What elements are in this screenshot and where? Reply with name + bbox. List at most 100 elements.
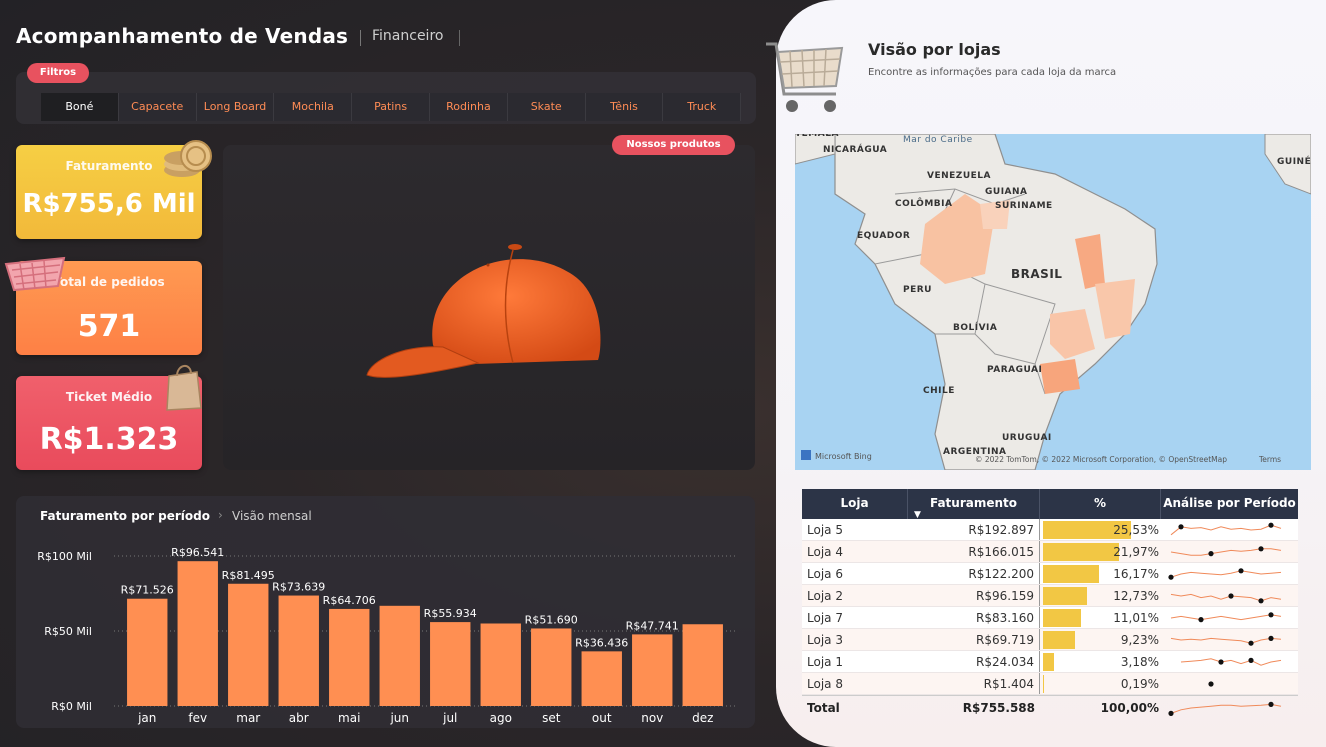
filter-tab-patins[interactable]: Patins [352,93,430,121]
col-faturamento[interactable]: Faturamento ▼ [908,489,1040,520]
x-tick-label: out [592,711,612,725]
filter-tab-skate[interactable]: Skate [507,93,586,121]
table-total-row: Total R$755.588 100,00% [802,695,1298,719]
cell-faturamento: R$96.159 [908,585,1040,606]
kpi-pedidos-value: 571 [77,309,141,344]
coins-icon [164,140,212,177]
bar-value-label: R$51.690 [525,613,578,626]
cell-sparkline [1161,519,1298,540]
bar-mar [228,583,269,706]
map-label: GUINÉ [1277,155,1311,167]
bar-value-label: R$81.495 [222,569,275,582]
cell-faturamento: R$24.034 [908,651,1040,672]
sparkline-marker [1208,551,1214,557]
bar-jul [430,622,471,706]
cell-loja: Loja 1 [807,655,843,669]
stores-map[interactable]: NICARÁGUA Mar do Caribe VENEZUELA GUIANA SUR… [795,134,1311,470]
filter-tab-truck[interactable]: Truck [663,93,742,121]
map-label: Mar do Caribe [903,135,973,145]
table-row[interactable]: Loja 2 R$96.159 12,73% [802,585,1298,607]
bar-value-label: R$71.526 [121,584,174,597]
sparkline-line [1180,658,1282,666]
map-label: URUGUAI [1002,433,1052,443]
product-filter-tabs: Boné Capacete Long Board Mochila Patins Rodin… [41,93,742,121]
percent-bar [1043,543,1119,561]
cell-sparkline [1161,585,1298,606]
y-tick-label: R$100 Mil [37,550,92,563]
table-row[interactable]: Loja 4 R$166.015 21,97% [802,541,1298,563]
bar-out [581,651,622,706]
col-analise[interactable]: Análise por Período [1161,489,1298,519]
bar-jun [379,605,420,706]
filter-tab-rodinha[interactable]: Rodinha [429,93,508,121]
sparkline [1170,635,1282,646]
sort-desc-icon: ▼ [914,510,921,520]
cell-percent: 21,97% [1040,541,1161,562]
filter-tab-boné[interactable]: Boné [41,93,119,121]
col-percent[interactable]: % [1040,489,1161,519]
table-row[interactable]: Loja 5 R$192.897 25,53% [802,519,1298,541]
sparkline-marker [1218,659,1224,665]
x-tick-label: mar [236,711,260,725]
cell-loja: Loja 7 [807,611,843,625]
table-row[interactable]: Loja 8 R$1.404 0,19% [802,673,1298,695]
y-tick-label: R$50 Mil [44,625,92,638]
cell-sparkline [1161,651,1298,672]
col-loja[interactable]: Loja [802,489,908,519]
percent-bar [1043,653,1054,671]
bar-abr [278,595,319,706]
map-label: PERU [903,285,932,295]
filter-tab-mochila[interactable]: Mochila [274,93,353,121]
cell-loja: Loja 8 [807,677,843,691]
percent-bar [1043,609,1081,627]
table-header: Loja Faturamento ▼ % Análise por Período [802,489,1298,520]
cell-sparkline [1161,629,1298,650]
table-row[interactable]: Loja 7 R$83.160 11,01% [802,607,1298,629]
cell-loja: Loja 2 [807,589,843,603]
cell-percent: 12,73% [1040,585,1161,606]
percent-bar [1043,587,1087,605]
sparkline [1208,681,1214,687]
filter-tab-capacete[interactable]: Capacete [118,93,197,121]
map-label: BRASIL [1011,267,1062,281]
cell-faturamento: R$1.404 [908,673,1040,694]
bar-value-label: R$96.541 [171,546,224,559]
x-tick-label: abr [289,711,309,725]
table-row[interactable]: Loja 1 R$24.034 3,18% [802,651,1298,673]
kpi-ticket-value: R$1.323 [39,422,179,457]
sparkline-line [1170,637,1282,644]
table-row[interactable]: Loja 6 R$122.200 16,17% [802,563,1298,585]
map-canvas: NICARÁGUA Mar do Caribe VENEZUELA GUIANA SUR… [795,134,1311,470]
sparkline-marker [1258,598,1264,604]
map-label: PARAGUAI [987,365,1042,375]
sparkline [1180,657,1282,666]
bar-fev [177,561,218,706]
sparkline-line [1170,703,1282,714]
cell-faturamento: R$83.160 [908,607,1040,628]
percent-value: 3,18% [1120,655,1159,669]
sparkline-marker [1268,522,1274,528]
cap-product-image [366,244,601,378]
basket-icon [4,256,66,292]
sparkline-line [1170,570,1282,578]
bar-dez [682,624,723,706]
percent-value: 9,23% [1120,633,1159,647]
col-faturamento-label: Faturamento [929,496,1018,510]
page-title: Acompanhamento de Vendas [16,24,349,48]
shopping-bag-icon [166,365,202,411]
cell-percent: 9,23% [1040,629,1161,650]
table-row[interactable]: Loja 3 R$69.719 9,23% [802,629,1298,651]
sparkline-marker [1268,635,1274,641]
cell-loja: Loja 6 [807,567,843,581]
filter-tab-long-board[interactable]: Long Board [196,93,275,121]
percent-bar [1043,675,1044,693]
x-tick-label: jun [389,711,409,725]
sparkline-marker [1198,617,1204,623]
filter-tab-tênis[interactable]: Tênis [585,93,664,121]
chart-subtitle: Visão mensal [232,509,312,523]
percent-value: 11,01% [1113,611,1159,625]
bar-set [531,628,572,706]
bing-logo: Microsoft Bing [815,452,872,461]
map-label: GUIANA [985,187,1028,197]
x-tick-label: dez [692,711,713,725]
